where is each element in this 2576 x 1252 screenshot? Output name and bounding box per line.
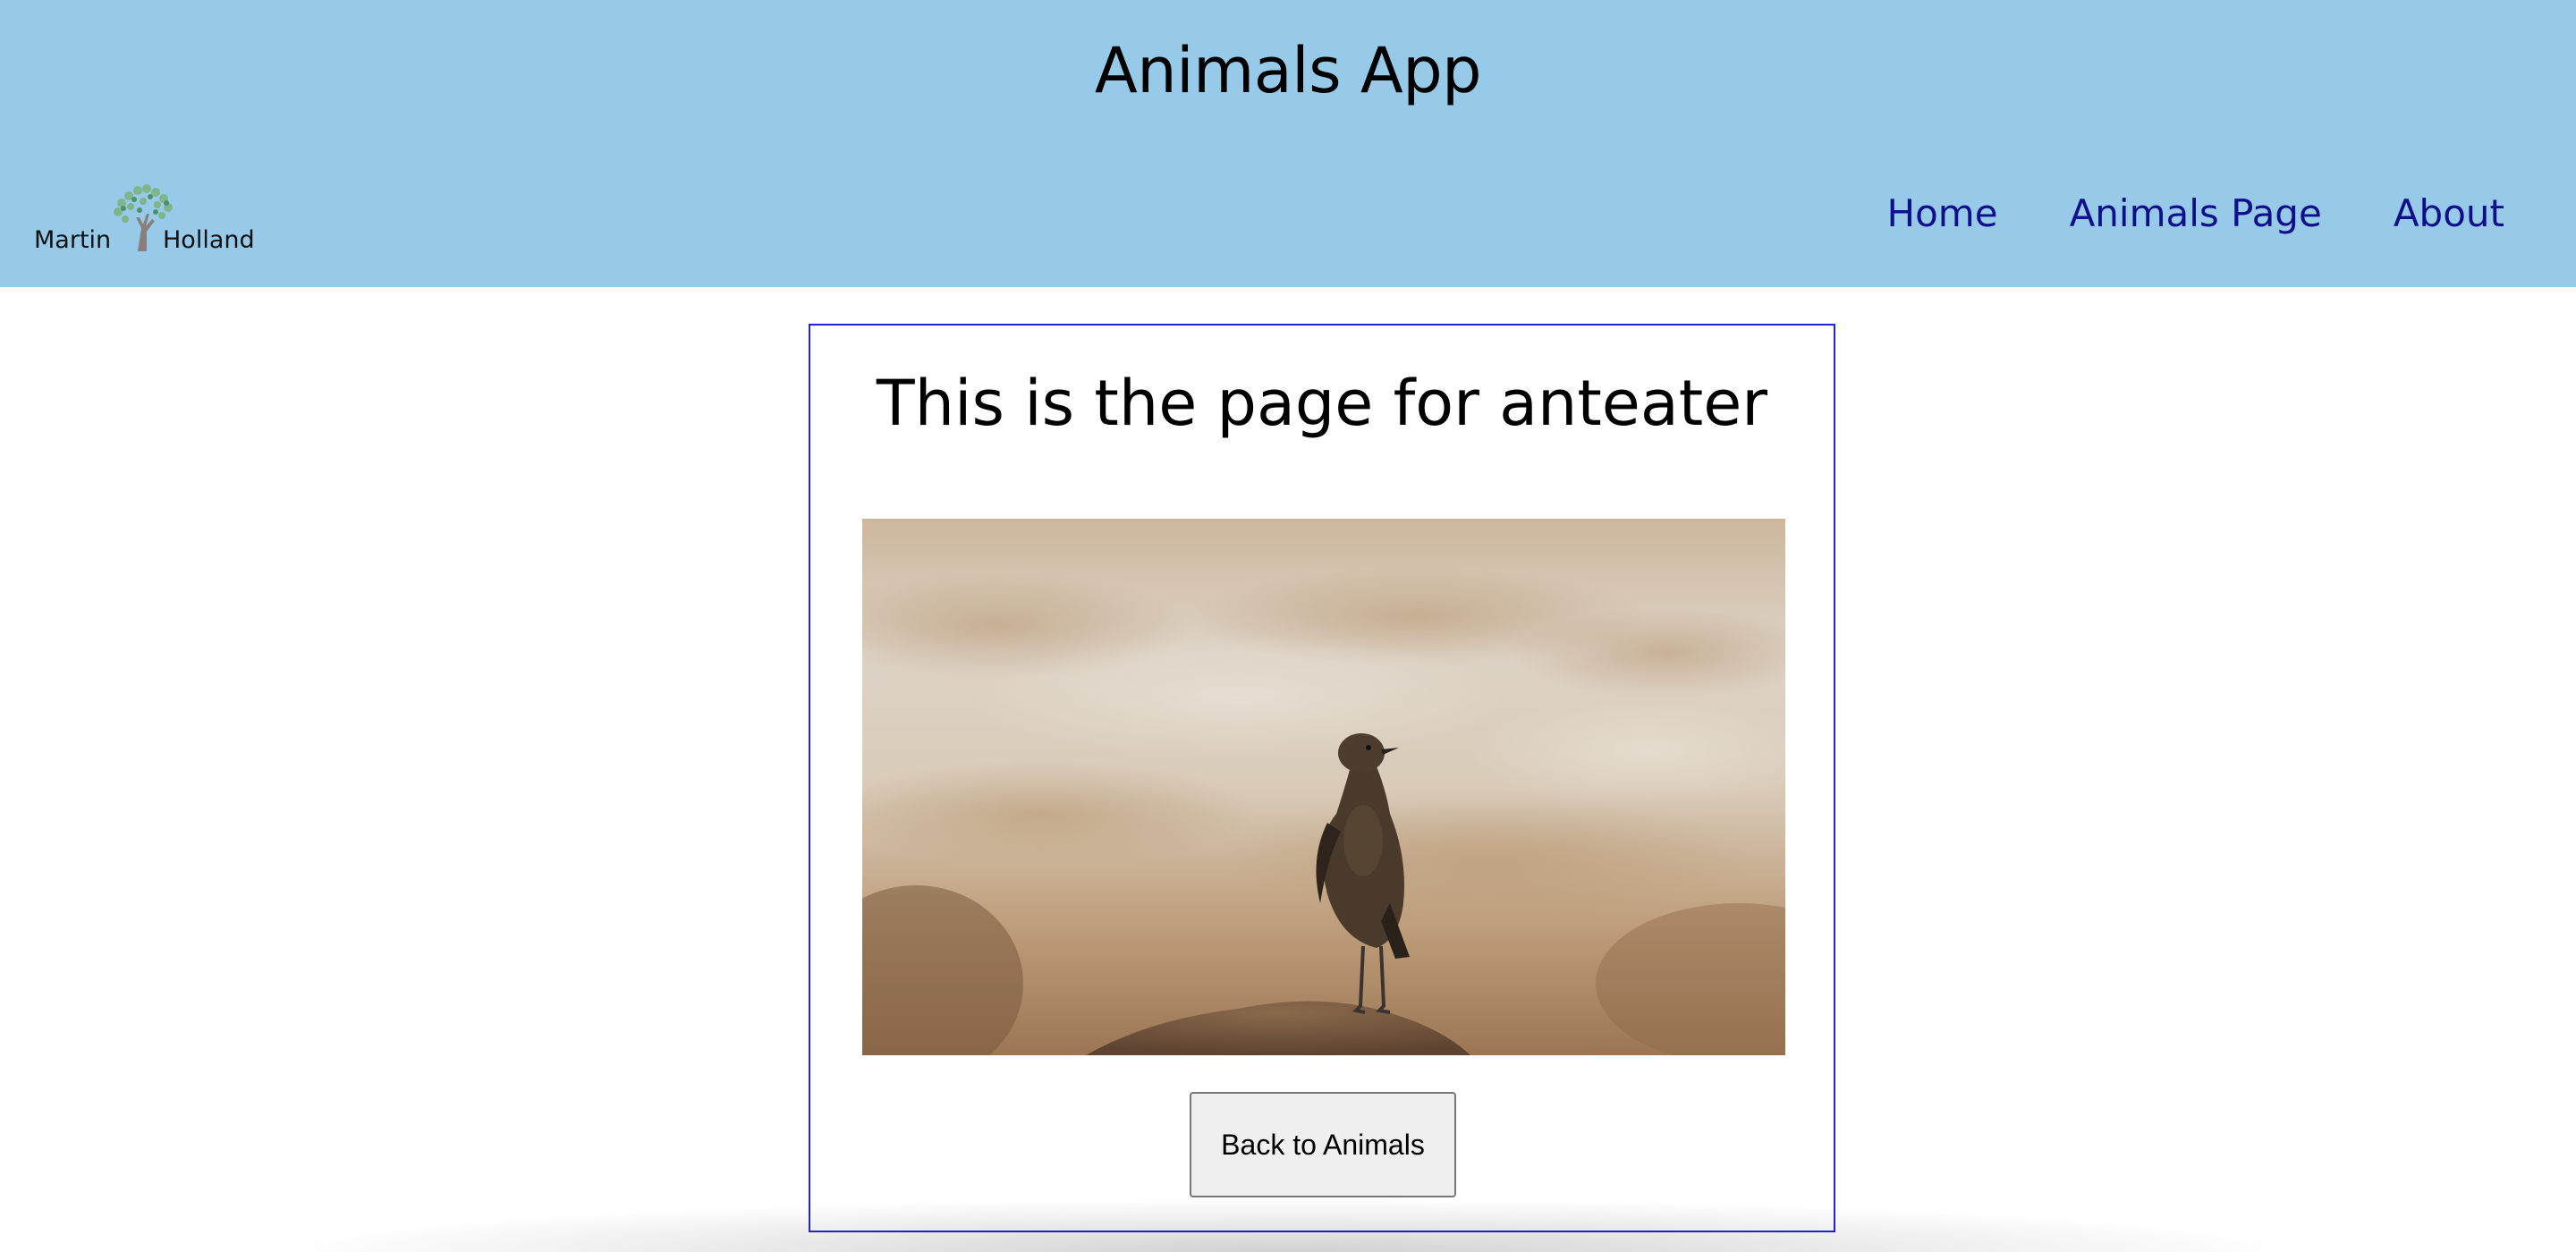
nav-animals-page-link[interactable]: Animals Page bbox=[2070, 191, 2322, 235]
app-header: Animals App Martin Holland Home Animals … bbox=[0, 0, 2576, 287]
nav-home-link[interactable]: Home bbox=[1887, 191, 1998, 235]
animal-photo bbox=[862, 519, 1785, 1055]
martin-holland-logo[interactable]: Martin Holland bbox=[32, 183, 256, 255]
page-heading: This is the page for anteater bbox=[876, 367, 1768, 440]
back-to-animals-button[interactable]: Back to Animals bbox=[1190, 1092, 1456, 1197]
logo-last-name: Holland bbox=[163, 226, 255, 254]
app-title: Animals App bbox=[1094, 34, 1482, 107]
nav-about-link[interactable]: About bbox=[2394, 191, 2504, 235]
logo-first-name: Martin bbox=[34, 226, 111, 254]
main-nav: Home Animals Page About bbox=[1887, 191, 2504, 235]
animal-card: This is the page for anteater Back to An… bbox=[809, 324, 1835, 1232]
